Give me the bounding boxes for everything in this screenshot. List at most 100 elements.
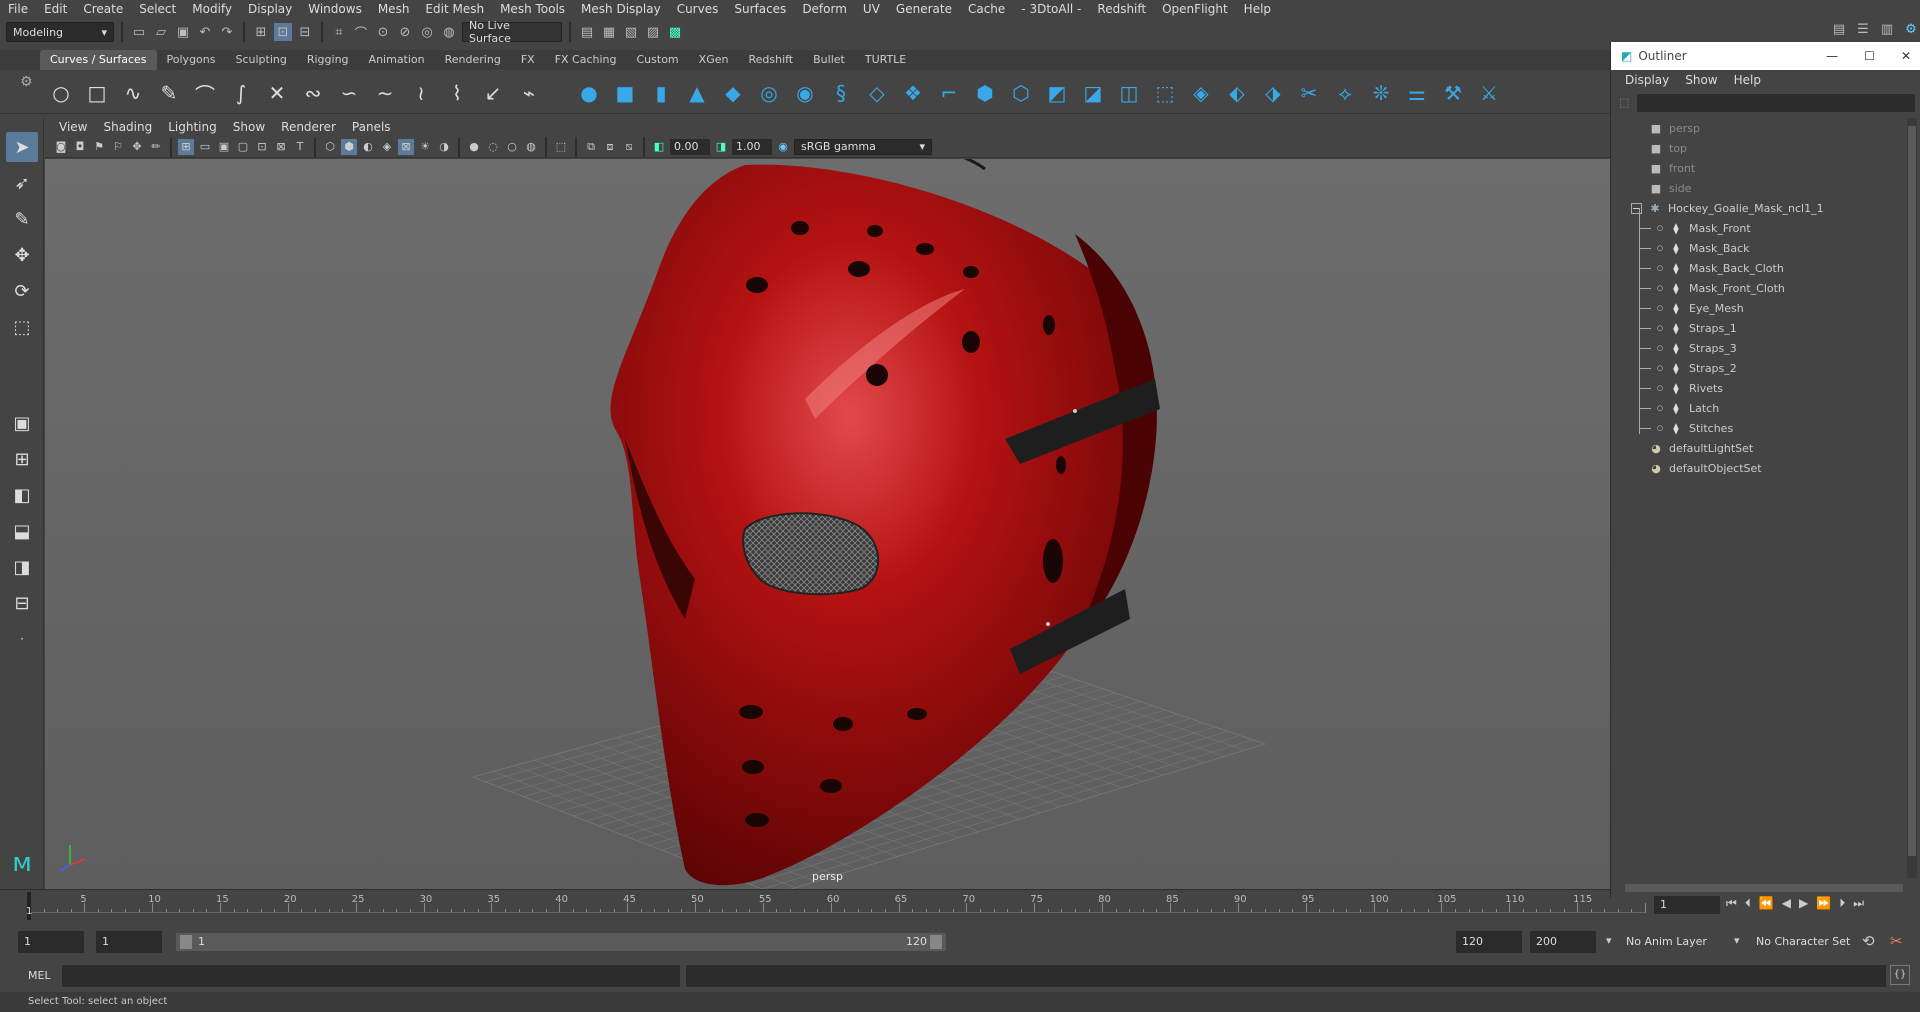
menu-edit[interactable]: Edit: [36, 0, 75, 18]
play-backward-icon[interactable]: ◀: [1782, 896, 1791, 911]
safe-action-icon[interactable]: ⊠: [273, 139, 289, 155]
menu-openflight[interactable]: OpenFlight: [1154, 0, 1236, 18]
panel-icon[interactable]: ▥: [1878, 20, 1896, 38]
render-frame-icon[interactable]: ▦: [600, 23, 618, 41]
go-to-start-icon[interactable]: ⏮: [1726, 896, 1737, 911]
open-close-icon[interactable]: ⟡: [1332, 80, 1358, 106]
menu-curves[interactable]: Curves: [669, 0, 727, 18]
menu-set-dropdown[interactable]: Modeling ▾: [6, 22, 114, 42]
paint-select-icon[interactable]: ✎: [6, 204, 38, 234]
viewport-menu-lighting[interactable]: Lighting: [160, 120, 225, 134]
insert-isoparm-icon[interactable]: ❊: [1368, 80, 1394, 106]
default-material-icon[interactable]: ◐: [360, 139, 376, 155]
shadows-icon[interactable]: ◑: [436, 139, 452, 155]
shelf-tab-turtle[interactable]: TURTLE: [855, 50, 916, 70]
outliner-item[interactable]: ■ top: [1649, 138, 1687, 158]
planar-icon[interactable]: ◇: [864, 80, 890, 106]
render-view-icon[interactable]: ▨: [644, 23, 662, 41]
shelf-tab-animation[interactable]: Animation: [359, 50, 435, 70]
outliner-item[interactable]: ◕ defaultObjectSet: [1649, 458, 1761, 478]
menu-display[interactable]: Display: [240, 0, 300, 18]
select-object-icon[interactable]: ⊡: [274, 23, 292, 41]
close-icon[interactable]: ✕: [1901, 49, 1911, 63]
isolate-select-icon[interactable]: ⬚: [553, 139, 569, 155]
current-frame-field[interactable]: 1: [1654, 896, 1720, 914]
film-gate-icon[interactable]: ▭: [197, 139, 213, 155]
view-transform-dropdown[interactable]: sRGB gamma ▾: [794, 138, 932, 155]
menu-mesh-tools[interactable]: Mesh Tools: [492, 0, 573, 18]
exposure-icon[interactable]: ◧: [651, 139, 667, 155]
menu-redshift[interactable]: Redshift: [1089, 0, 1154, 18]
nurbs-cone-icon[interactable]: ▲: [684, 80, 710, 106]
sculpt-surface-icon[interactable]: ⚔: [1476, 80, 1502, 106]
hypershade-persp-icon[interactable]: ◨: [6, 552, 38, 582]
playback-start-field[interactable]: 1: [96, 931, 162, 953]
new-scene-icon[interactable]: ▭: [130, 23, 148, 41]
project-curve-icon[interactable]: ◪: [1080, 80, 1106, 106]
outliner-item[interactable]: ○ ⧫ Mask_Back_Cloth: [1639, 258, 1784, 278]
nurbs-cylinder-icon[interactable]: ▮: [648, 80, 674, 106]
safe-title-icon[interactable]: T: [292, 139, 308, 155]
start-time-field[interactable]: 1: [18, 931, 84, 953]
outliner-scrollbar[interactable]: [1907, 118, 1917, 878]
nurbs-torus-icon[interactable]: ◎: [756, 80, 782, 106]
outliner-item[interactable]: ○ ⧫ Straps_3: [1639, 338, 1737, 358]
camera-tools-icon[interactable]: ◘: [72, 139, 88, 155]
viewport-menu-panels[interactable]: Panels: [344, 120, 399, 134]
go-to-end-icon[interactable]: ⏭: [1853, 896, 1864, 911]
bookmark-icon[interactable]: ⚑: [91, 139, 107, 155]
nurbs-sphere-icon[interactable]: ●: [576, 80, 602, 106]
menu-3dtoall[interactable]: - 3DtoAll -: [1013, 0, 1089, 18]
outliner-item[interactable]: − ✱ Hockey_Goalie_Mask_ncl1_1: [1631, 198, 1824, 218]
extrude-icon[interactable]: ❖: [900, 80, 926, 106]
more-layouts-icon[interactable]: ·: [6, 624, 38, 654]
bevel-plus-icon[interactable]: ⬢: [972, 80, 998, 106]
ipr-render-icon[interactable]: ▧: [622, 23, 640, 41]
viewport-menu-renderer[interactable]: Renderer: [273, 120, 344, 134]
live-surface-icon[interactable]: ◍: [440, 23, 458, 41]
snap-view-icon[interactable]: ⊘: [396, 23, 414, 41]
menu-file[interactable]: File: [0, 0, 36, 18]
menu-windows[interactable]: Windows: [300, 0, 370, 18]
exposure-field[interactable]: 0.00: [670, 138, 710, 155]
untrim-icon[interactable]: ⬚: [1152, 80, 1178, 106]
loft-icon[interactable]: §: [828, 80, 854, 106]
xray-icon[interactable]: ⧉: [583, 139, 599, 155]
outliner-item[interactable]: ○ ⧫ Mask_Front: [1639, 218, 1751, 238]
auto-key-icon[interactable]: ⟲: [1862, 932, 1875, 950]
nurbs-cube-icon[interactable]: ■: [612, 80, 638, 106]
grease-pencil-icon[interactable]: ✏: [148, 139, 164, 155]
birail-icon[interactable]: ⌐: [936, 80, 962, 106]
rebuild-curve-icon[interactable]: ⌇: [444, 80, 470, 106]
gate-mask-icon[interactable]: ▢: [235, 139, 251, 155]
snap-grid-icon[interactable]: ⌗: [330, 23, 348, 41]
gamma-field[interactable]: 1.00: [732, 138, 772, 155]
select-tool-icon[interactable]: ➤: [6, 132, 38, 162]
rotate-tool-icon[interactable]: ⟳: [6, 276, 38, 306]
range-slider[interactable]: 1 120: [176, 933, 946, 951]
reverse-curve-icon[interactable]: ↙: [480, 80, 506, 106]
menu-cache[interactable]: Cache: [960, 0, 1013, 18]
extend-curve-icon[interactable]: ∼: [372, 80, 398, 106]
menu-help[interactable]: Help: [1236, 0, 1279, 18]
four-view-icon[interactable]: ⊞: [6, 444, 38, 474]
textured-icon[interactable]: ◈: [379, 139, 395, 155]
filter-icon[interactable]: ⬚: [1619, 96, 1629, 109]
detach-curves-icon[interactable]: ∾: [300, 80, 326, 106]
xray-joints-icon[interactable]: ⧈: [602, 139, 618, 155]
menu-modify[interactable]: Modify: [184, 0, 240, 18]
shelf-tab-curves-surfaces[interactable]: Curves / Surfaces: [40, 50, 157, 70]
collapse-icon[interactable]: −: [1631, 202, 1642, 215]
outliner-item[interactable]: ○ ⧫ Stitches: [1639, 418, 1733, 438]
menu-mesh[interactable]: Mesh: [370, 0, 418, 18]
outliner-hscrollbar[interactable]: [1625, 884, 1903, 892]
end-time-field[interactable]: 200: [1530, 931, 1596, 953]
character-set-dropdown[interactable]: No Character Set: [1756, 935, 1850, 948]
wireframe-icon[interactable]: ⬡: [322, 139, 338, 155]
layout-icon[interactable]: ☰: [1854, 20, 1872, 38]
save-scene-icon[interactable]: ▣: [174, 23, 192, 41]
step-forward-icon[interactable]: ⏵: [1839, 896, 1845, 911]
range-start-handle[interactable]: [180, 935, 192, 949]
motion-blur-icon[interactable]: ◌: [485, 139, 501, 155]
twod-pan-icon[interactable]: ✥: [129, 139, 145, 155]
